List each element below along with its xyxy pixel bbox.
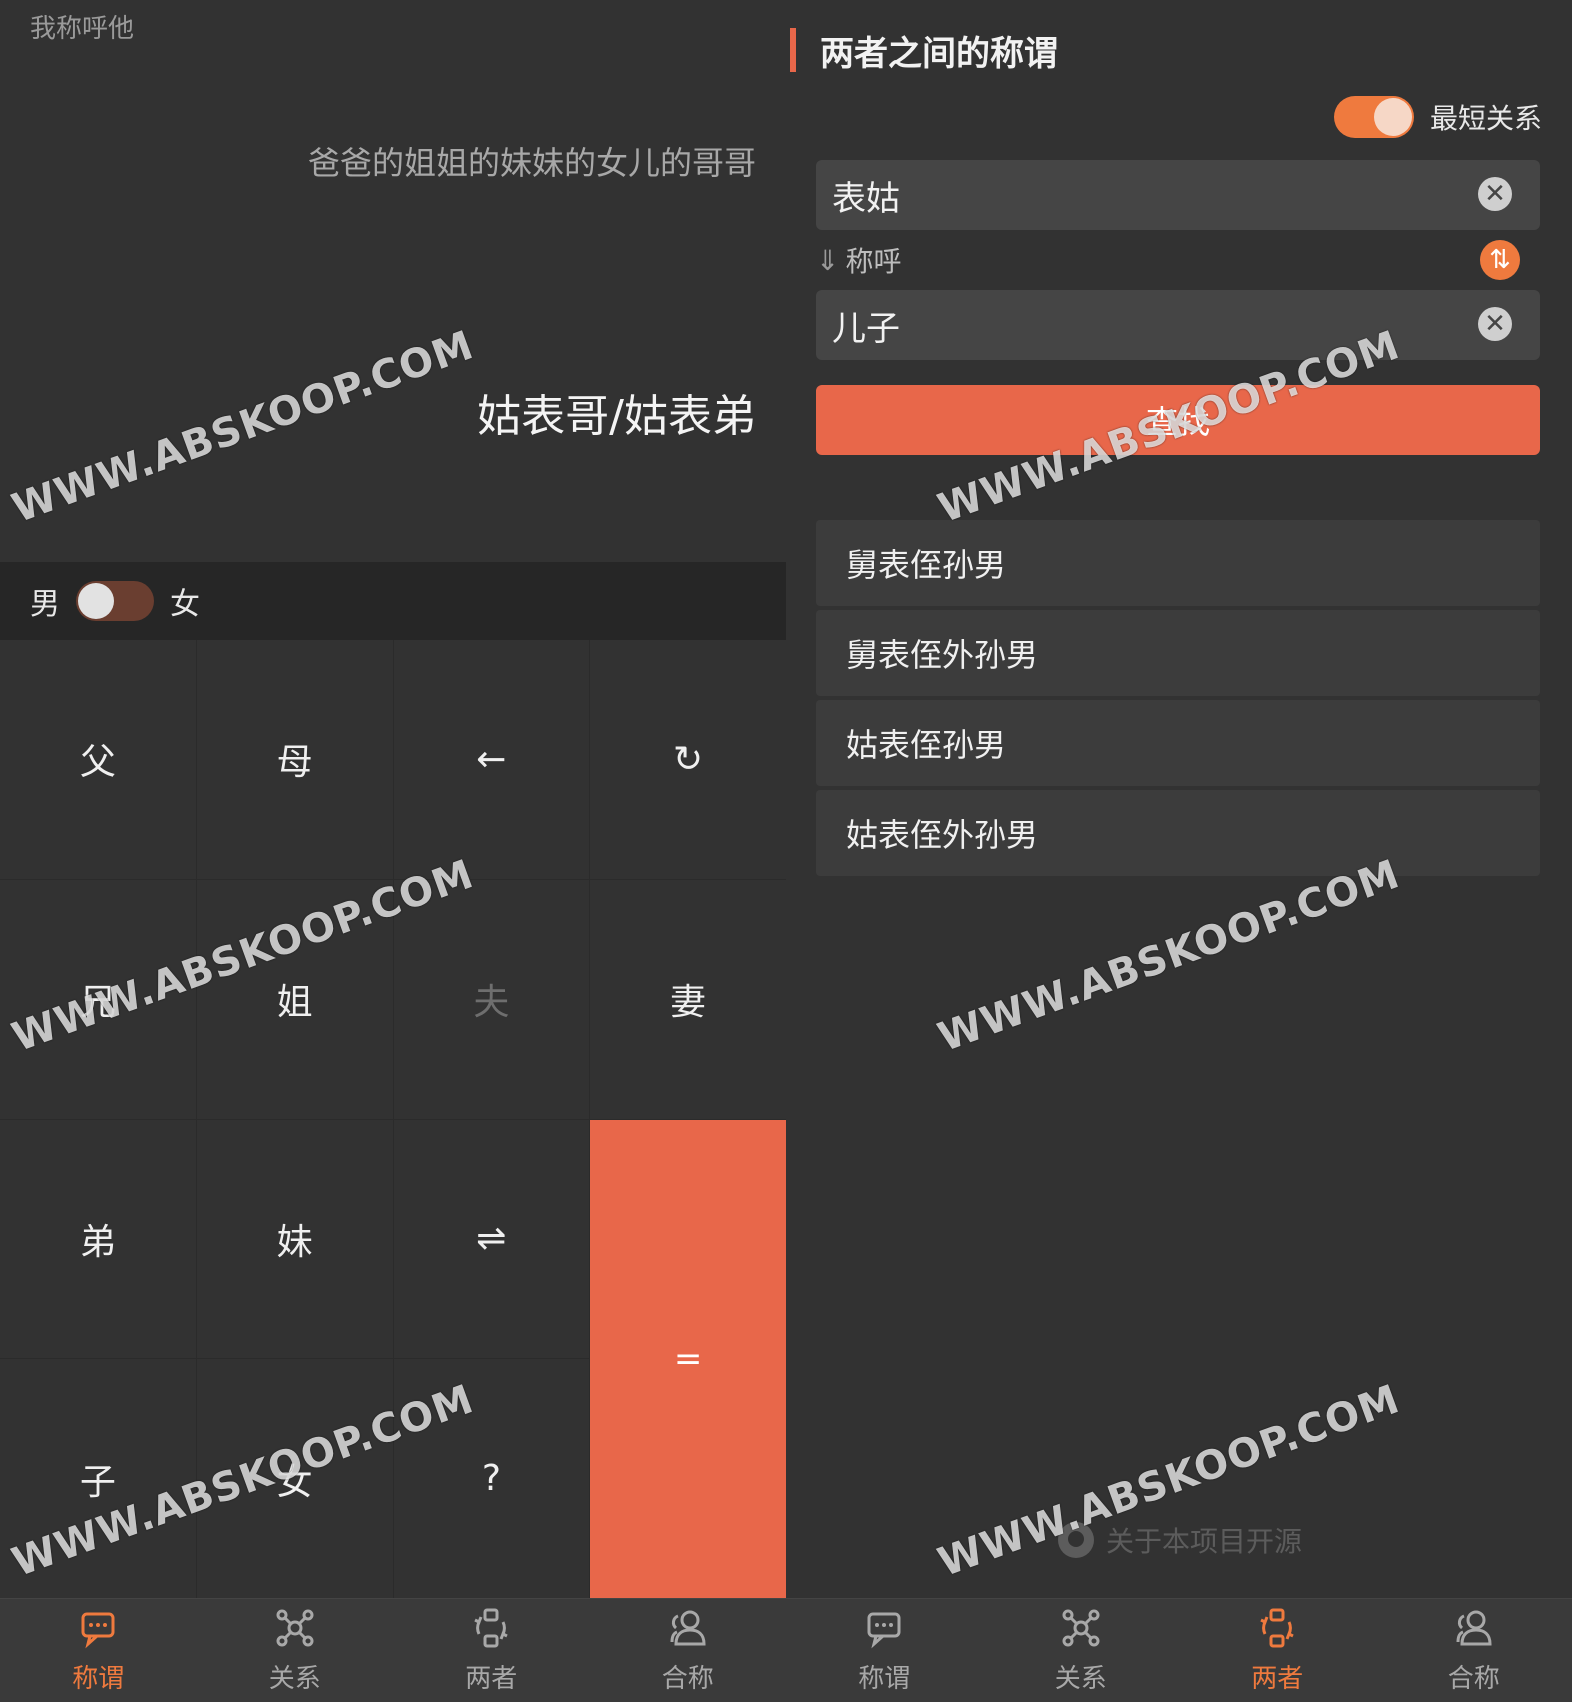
tab-right-1[interactable]: 关系 (983, 1599, 1180, 1702)
key-elder-sister[interactable]: 姐 (196, 879, 393, 1119)
key-backspace[interactable]: ← (393, 640, 590, 879)
tab-label: 称谓 (858, 1664, 911, 1694)
clear-icon[interactable]: ✕ (1478, 177, 1512, 211)
key-younger-sister[interactable]: 妹 (196, 1119, 393, 1359)
exchange-icon (469, 1606, 513, 1658)
call-row: ⇓ 称呼 ⇅ (816, 238, 1540, 282)
key-reset[interactable]: ↻ (590, 640, 786, 879)
github-icon (1058, 1522, 1094, 1558)
result-item[interactable]: 舅表侄孙男 (816, 520, 1540, 606)
swap-icon[interactable]: ⇅ (1480, 240, 1520, 280)
open-source-label: 关于本项目开源 (1106, 1525, 1303, 1558)
tab-label: 两者 (1251, 1664, 1304, 1694)
first-person-value: 表姑 (832, 178, 900, 219)
tab-bar-left: 称谓 关系 两者 合称 (0, 1598, 786, 1702)
relation-result: 姑表哥/姑表弟 (477, 391, 756, 442)
key-son[interactable]: 子 (0, 1359, 196, 1598)
network-icon (1059, 1606, 1103, 1658)
second-person-value: 儿子 (832, 308, 900, 349)
gender-switch-knob (78, 583, 114, 619)
tab-label: 合称 (1447, 1664, 1500, 1694)
tab-label: 合称 (661, 1664, 714, 1694)
between-pane: 两者之间的称谓 最短关系 表姑 ✕ ⇓ 称呼 ⇅ 儿子 ✕ 查找 舅表侄孙男 舅表… (786, 0, 1572, 1598)
key-wife[interactable]: 妻 (590, 879, 786, 1119)
users-icon (666, 1606, 710, 1658)
shortest-switch-knob (1373, 98, 1412, 136)
gender-switch[interactable] (76, 581, 154, 621)
tab-left-3[interactable]: 合称 (590, 1599, 787, 1702)
gender-male-label: 男 (30, 587, 60, 622)
result-item[interactable]: 舅表侄外孙男 (816, 610, 1540, 696)
result-list: 舅表侄孙男 舅表侄外孙男 姑表侄孙男 姑表侄外孙男 (816, 520, 1540, 880)
shortest-label: 最短关系 (1429, 102, 1542, 135)
section-title: 两者之间的称谓 (790, 28, 1058, 74)
tab-left-0[interactable]: 称谓 (0, 1599, 197, 1702)
tab-right-3[interactable]: 合称 (1376, 1599, 1572, 1702)
tab-label: 关系 (268, 1664, 321, 1694)
calculator-pane: 我称呼他 爸爸的姐姐的妹妹的女儿的哥哥 姑表哥/姑表弟 男 女 父母 ← ↻ 兄姐夫妻… (0, 0, 786, 1598)
tab-left-1[interactable]: 关系 (197, 1599, 394, 1702)
open-source-link[interactable]: 关于本项目开源 (1058, 1520, 1302, 1560)
tab-label: 称谓 (72, 1664, 125, 1694)
network-icon (273, 1606, 317, 1658)
clear-icon[interactable]: ✕ (1478, 307, 1512, 341)
key-question[interactable]: ? (393, 1359, 590, 1598)
key-husband[interactable]: 夫 (393, 879, 590, 1119)
hint-text: 我称呼他 (30, 14, 135, 44)
relation-expression: 爸爸的姐姐的妹妹的女儿的哥哥 (307, 144, 756, 182)
users-icon (1452, 1606, 1496, 1658)
shortest-switch[interactable] (1333, 96, 1414, 138)
tab-label: 关系 (1054, 1664, 1107, 1694)
gender-female-label: 女 (170, 587, 200, 622)
keypad: 父母 ← ↻ 兄姐夫妻弟妹 ⇌ 子女? = (0, 640, 786, 1598)
key-equals[interactable]: = (590, 1119, 786, 1598)
gender-bar: 男 女 (0, 562, 786, 640)
key-swap[interactable]: ⇌ (393, 1119, 590, 1359)
tab-bar-right: 称谓 关系 两者 合称 (786, 1598, 1572, 1702)
tab-right-0[interactable]: 称谓 (786, 1599, 983, 1702)
key-elder-brother[interactable]: 兄 (0, 879, 196, 1119)
tab-label: 两者 (465, 1664, 518, 1694)
page-title: 两者之间的称谓 (820, 33, 1058, 74)
key-father[interactable]: 父 (0, 640, 196, 879)
tab-right-2[interactable]: 两者 (1179, 1599, 1376, 1702)
shortest-relation-toggle: 最短关系 (1333, 96, 1542, 138)
exchange-icon (1255, 1606, 1299, 1658)
chat-icon (76, 1606, 120, 1658)
key-mother[interactable]: 母 (196, 640, 393, 879)
result-item[interactable]: 姑表侄外孙男 (816, 790, 1540, 876)
tab-left-2[interactable]: 两者 (393, 1599, 590, 1702)
find-button[interactable]: 查找 (816, 385, 1540, 455)
key-younger-brother[interactable]: 弟 (0, 1119, 196, 1359)
call-label: 称呼 (845, 245, 902, 278)
result-item[interactable]: 姑表侄孙男 (816, 700, 1540, 786)
chat-icon (862, 1606, 906, 1658)
down-arrow-icon: ⇓ (816, 243, 840, 277)
first-person-input[interactable]: 表姑 ✕ (816, 160, 1540, 230)
key-daughter[interactable]: 女 (196, 1359, 393, 1598)
second-person-input[interactable]: 儿子 ✕ (816, 290, 1540, 360)
title-accent-bar (790, 28, 796, 72)
